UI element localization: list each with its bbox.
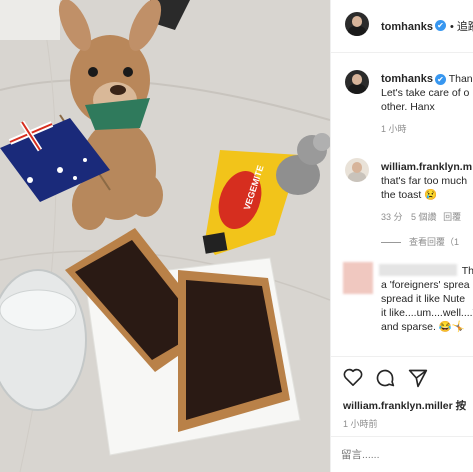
follow-button[interactable]: • 追蹤 <box>450 21 473 33</box>
verified-badge-icon: ✔ <box>434 20 446 32</box>
action-bar <box>331 366 473 390</box>
comment-line: and sparse. 😂🤸 <box>381 321 465 333</box>
comment-line: a 'foreigners' sprea <box>381 279 470 291</box>
heart-icon[interactable] <box>343 368 363 386</box>
comment-time: 33 分 <box>381 212 403 222</box>
water-glass <box>0 269 87 411</box>
comment-line: Th <box>461 265 473 277</box>
verified-badge-icon: ✔ <box>434 73 446 85</box>
avatar[interactable] <box>345 70 369 94</box>
comment-username[interactable]: william.franklyn.m <box>381 160 472 174</box>
comment-line: it like....um....well....V <box>381 307 473 319</box>
comment-likes[interactable]: 5 個讚 <box>411 212 437 222</box>
divider <box>331 436 473 437</box>
comment-icon[interactable] <box>375 368 395 388</box>
view-replies-button[interactable]: 查看回覆（1 <box>409 237 459 247</box>
avatar[interactable] <box>345 158 369 182</box>
comment-line: spread it like Nute <box>381 293 466 305</box>
photo-illustration: VEGEMITE <box>0 0 330 472</box>
caption-username[interactable]: tomhanks <box>381 73 433 85</box>
liked-by-text[interactable]: william.franklyn.miller 按 <box>343 400 466 412</box>
post-time-ago: 1 小時前 <box>343 419 378 429</box>
caption-line: other. Hanx <box>381 101 435 113</box>
comment-input[interactable] <box>341 446 461 464</box>
comment-line: the toast 😢 <box>381 189 438 201</box>
liked-by: william.franklyn.miller 按 <box>343 396 473 414</box>
post-sidebar: tomhanks✔• 追蹤 tomhanks✔ Than Let's take … <box>330 0 473 472</box>
divider <box>331 52 473 53</box>
post-header: tomhanks✔ • 追蹤 <box>331 12 473 38</box>
post-photo[interactable]: VEGEMITE <box>0 0 330 472</box>
header-username[interactable]: tomhanks <box>381 21 433 33</box>
reply-button[interactable]: 回覆 <box>443 212 461 222</box>
avatar[interactable] <box>345 12 369 36</box>
post-time: 1 小時 <box>381 124 407 134</box>
caption-line: Than <box>448 73 473 85</box>
caption-line: Let's take care of o <box>381 87 470 99</box>
blurred-avatar <box>343 262 373 294</box>
divider <box>331 356 473 357</box>
divider <box>381 242 401 244</box>
share-icon[interactable] <box>408 368 428 388</box>
comment-line: that's far too much <box>381 175 468 187</box>
post-timestamp: 1 小時前 <box>343 414 473 432</box>
